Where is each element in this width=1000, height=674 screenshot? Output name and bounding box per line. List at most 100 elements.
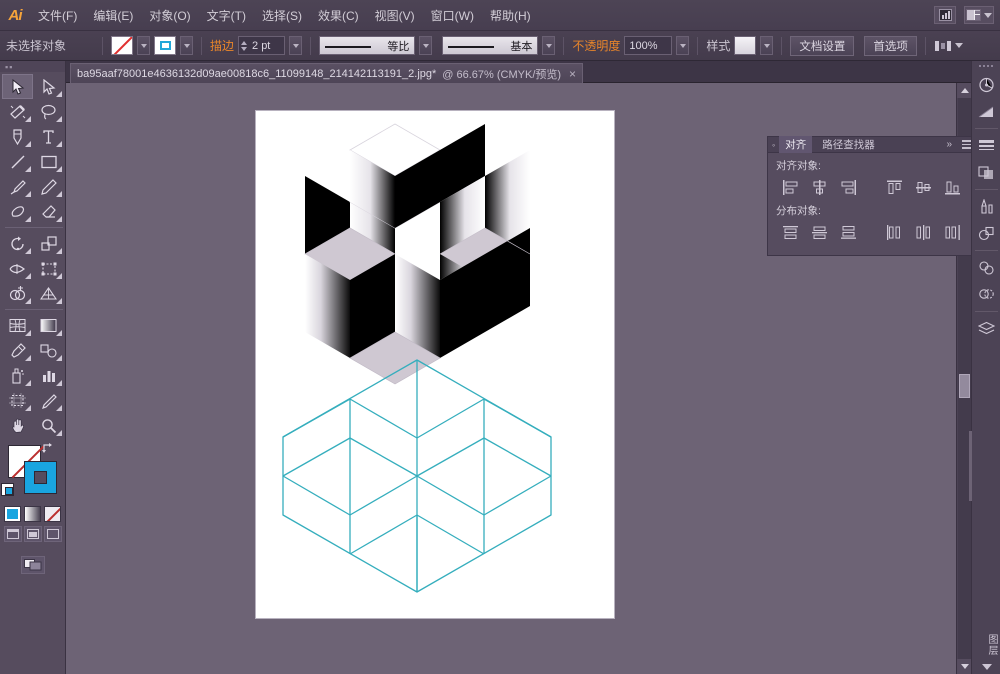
align-vertical-center-icon[interactable] [909, 176, 938, 198]
menu-edit[interactable]: 编辑(E) [86, 3, 140, 28]
mesh-tool[interactable] [2, 313, 33, 338]
stroke-panel-icon[interactable] [972, 132, 1000, 159]
type-tool[interactable] [33, 124, 64, 149]
workspace-switcher-icon[interactable] [964, 6, 994, 24]
stroke-dropdown-caret-icon[interactable] [180, 36, 193, 55]
full-screen-menubar-icon[interactable] [24, 526, 42, 542]
document-setup-button[interactable]: 文档设置 [790, 36, 854, 56]
align-options-dropdown[interactable] [934, 39, 963, 53]
color-panel-icon[interactable] [972, 71, 1000, 98]
style-swatch-button[interactable] [734, 36, 756, 55]
rectangle-tool[interactable] [33, 149, 64, 174]
appearance-panel-icon[interactable] [972, 281, 1000, 308]
menu-view[interactable]: 视图(V) [368, 3, 422, 28]
slice-tool[interactable] [33, 388, 64, 413]
blob-brush-tool[interactable] [2, 199, 33, 224]
scroll-down-arrow[interactable] [957, 659, 972, 674]
dock-vertical-label[interactable]: 图层 [974, 634, 999, 656]
tab-pathfinder[interactable]: 路径查找器 [816, 136, 881, 153]
menu-window[interactable]: 窗口(W) [424, 3, 481, 28]
brush-definition-caret-icon[interactable] [542, 36, 555, 55]
layers-panel-icon[interactable] [972, 315, 1000, 342]
brushes-panel-icon[interactable] [972, 193, 1000, 220]
expand-caret-icon[interactable] [982, 664, 992, 670]
fill-dropdown-caret-icon[interactable] [137, 36, 150, 55]
shape-builder-tool[interactable] [2, 281, 33, 306]
tools-panel-grip[interactable]: ▪▪ [0, 61, 65, 72]
artboard-tool[interactable] [2, 388, 33, 413]
selection-tool[interactable] [2, 74, 33, 99]
free-transform-tool[interactable] [33, 256, 64, 281]
menu-file[interactable]: 文件(F) [31, 3, 84, 28]
pencil-tool[interactable] [33, 174, 64, 199]
none-color-icon[interactable] [44, 506, 61, 522]
stroke-color-swatch[interactable] [24, 461, 57, 494]
menu-effect[interactable]: 效果(C) [311, 3, 366, 28]
paintbrush-tool[interactable] [2, 174, 33, 199]
menu-object[interactable]: 对象(O) [142, 3, 197, 28]
dock-grip[interactable] [972, 61, 1000, 71]
column-graph-tool[interactable] [33, 363, 64, 388]
drawing-mode-icon[interactable] [21, 556, 45, 574]
distribute-top-icon[interactable] [776, 221, 805, 243]
align-right-icon[interactable] [834, 176, 863, 198]
menu-help[interactable]: 帮助(H) [483, 3, 538, 28]
hand-tool[interactable] [2, 413, 33, 438]
stroke-profile-dropdown[interactable]: 等比 [319, 36, 415, 55]
rotate-tool[interactable] [2, 231, 33, 256]
scrollbar-thumb[interactable] [959, 374, 970, 398]
menu-select[interactable]: 选择(S) [255, 3, 309, 28]
align-options-caret-icon[interactable] [955, 43, 963, 48]
opacity-input[interactable]: 100% [624, 36, 672, 55]
stroke-weight-caret-icon[interactable] [289, 36, 302, 55]
stroke-weight-stepper[interactable]: 2 pt [238, 36, 285, 55]
scale-tool[interactable] [33, 231, 64, 256]
distribute-left-icon[interactable] [880, 221, 909, 243]
scroll-up-arrow[interactable] [957, 83, 972, 98]
stroke-label[interactable]: 描边 [210, 37, 234, 54]
stroke-profile-caret-icon[interactable] [419, 36, 432, 55]
document-tab[interactable]: ba95aaf78001e4636132d09ae00818c6_1109914… [70, 63, 583, 83]
symbol-sprayer-tool[interactable] [2, 363, 33, 388]
magic-wand-tool[interactable] [2, 99, 33, 124]
distribute-right-icon[interactable] [938, 221, 967, 243]
width-tool[interactable] [2, 256, 33, 281]
close-icon[interactable]: × [569, 67, 576, 81]
distribute-horizontal-center-icon[interactable] [909, 221, 938, 243]
workspace-caret-icon[interactable] [984, 13, 992, 18]
align-bottom-icon[interactable] [938, 176, 967, 198]
align-horizontal-center-icon[interactable] [805, 176, 834, 198]
stroke-swatch-button[interactable] [154, 36, 176, 55]
perspective-grid-tool[interactable] [33, 281, 64, 306]
color-guide-panel-icon[interactable] [972, 98, 1000, 125]
bridge-icon[interactable] [934, 6, 956, 24]
align-panel-header[interactable]: ◦ 对齐 路径查找器 » [768, 137, 978, 153]
swap-fill-stroke-icon[interactable] [41, 442, 55, 456]
panel-collapse-dot-icon[interactable]: ◦ [772, 140, 775, 150]
align-left-icon[interactable] [776, 176, 805, 198]
style-caret-icon[interactable] [760, 36, 773, 55]
symbols-panel-icon[interactable] [972, 220, 1000, 247]
double-chevron-icon[interactable]: » [946, 139, 955, 150]
blend-tool[interactable] [33, 338, 64, 363]
graphic-styles-panel-icon[interactable] [972, 254, 1000, 281]
opacity-label[interactable]: 不透明度 [572, 37, 620, 54]
eraser-tool[interactable] [33, 199, 64, 224]
preferences-button[interactable]: 首选项 [864, 36, 917, 56]
distribute-vertical-center-icon[interactable] [805, 221, 834, 243]
menu-type[interactable]: 文字(T) [200, 3, 253, 28]
full-screen-icon[interactable] [44, 526, 62, 542]
align-top-icon[interactable] [880, 176, 909, 198]
zoom-tool[interactable] [33, 413, 64, 438]
distribute-bottom-icon[interactable] [834, 221, 863, 243]
gradient-icon[interactable] [24, 506, 41, 522]
eyedropper-tool[interactable] [2, 338, 33, 363]
lasso-tool[interactable] [33, 99, 64, 124]
artboard[interactable] [256, 111, 614, 618]
align-panel[interactable]: ◦ 对齐 路径查找器 » 对齐对象: [767, 136, 979, 256]
gradient-tool[interactable] [33, 313, 64, 338]
stepper-arrows-icon[interactable] [239, 41, 249, 51]
style-label[interactable]: 样式 [706, 37, 730, 54]
pen-tool[interactable] [2, 124, 33, 149]
normal-screen-mode-icon[interactable] [4, 526, 22, 542]
